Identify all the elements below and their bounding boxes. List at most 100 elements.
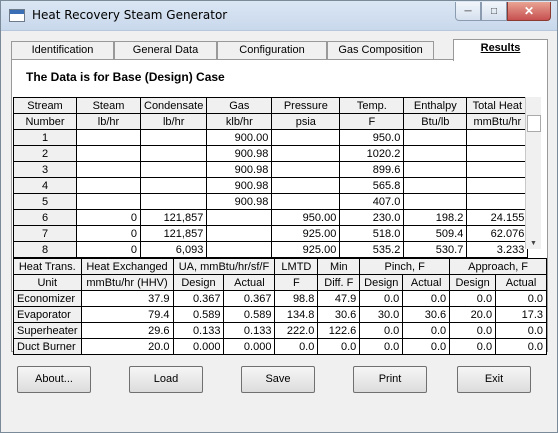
table-cell[interactable]: 518.0 xyxy=(339,225,405,242)
table-cell[interactable]: 1020.2 xyxy=(339,145,405,162)
table-cell[interactable]: 62.076 xyxy=(466,225,529,242)
table-cell[interactable]: 0.0 xyxy=(402,322,451,339)
minimize-icon[interactable]: ─ xyxy=(455,2,481,21)
table-cell[interactable] xyxy=(466,161,529,178)
stream-table-scrollbar[interactable]: ▼ xyxy=(525,97,541,249)
table-cell[interactable] xyxy=(403,177,468,194)
close-icon[interactable]: ✕ xyxy=(507,2,551,21)
table-cell[interactable]: 0.000 xyxy=(223,338,276,355)
table-cell[interactable]: 30.0 xyxy=(359,306,404,323)
table-cell[interactable]: 0.0 xyxy=(359,290,404,307)
table-cell[interactable]: 30.6 xyxy=(402,306,451,323)
table-cell[interactable]: 950.0 xyxy=(339,129,405,146)
table-cell[interactable]: 3.233 xyxy=(466,241,529,258)
table-cell[interactable]: 0.000 xyxy=(172,338,225,355)
table-cell[interactable]: 900.98 xyxy=(206,193,273,210)
exit-button[interactable]: Exit xyxy=(457,366,531,393)
table-cell[interactable]: 0.0 xyxy=(495,338,547,355)
table-cell[interactable]: 29.6 xyxy=(80,322,174,339)
table-cell[interactable]: 0.0 xyxy=(274,338,319,355)
table-cell[interactable] xyxy=(271,193,341,210)
table-cell[interactable]: 121,857 xyxy=(139,225,208,242)
tab-results[interactable]: Results xyxy=(453,39,548,61)
table-cell[interactable] xyxy=(466,177,529,194)
table-cell[interactable] xyxy=(403,193,468,210)
table-cell[interactable] xyxy=(76,145,141,162)
table-cell[interactable]: 565.8 xyxy=(339,177,405,194)
table-cell[interactable]: 222.0 xyxy=(274,322,319,339)
title-bar[interactable]: Heat Recovery Steam Generator ─ □ ✕ xyxy=(1,1,557,31)
table-cell[interactable]: 0.0 xyxy=(449,338,497,355)
col-header[interactable]: Condensate xyxy=(139,97,208,114)
table-cell[interactable] xyxy=(466,145,529,162)
table-cell[interactable]: 900.98 xyxy=(206,161,273,178)
table-cell[interactable]: 925.00 xyxy=(271,225,341,242)
table-cell[interactable]: 24.155 xyxy=(466,209,529,226)
table-cell[interactable] xyxy=(271,145,341,162)
table-cell[interactable] xyxy=(271,177,341,194)
table-cell[interactable]: 122.6 xyxy=(317,322,361,339)
table-cell[interactable] xyxy=(403,145,468,162)
table-cell[interactable]: 925.00 xyxy=(271,241,341,258)
table-cell[interactable] xyxy=(139,129,208,146)
table-cell[interactable]: 121,857 xyxy=(139,209,208,226)
save-button[interactable]: Save xyxy=(241,366,315,393)
table-cell[interactable] xyxy=(206,225,273,242)
col-header[interactable]: Enthalpy xyxy=(403,97,468,114)
table-cell[interactable]: 98.8 xyxy=(274,290,319,307)
table-cell[interactable]: 0 xyxy=(76,225,141,242)
scrollbar-thumb[interactable] xyxy=(527,115,541,132)
table-cell[interactable] xyxy=(466,193,529,210)
table-cell[interactable] xyxy=(271,129,341,146)
table-cell[interactable]: 0.0 xyxy=(317,338,361,355)
col-header[interactable]: Gas xyxy=(206,97,273,114)
col-header[interactable]: Temp. xyxy=(339,97,405,114)
table-cell[interactable]: 20.0 xyxy=(80,338,174,355)
maximize-icon[interactable]: □ xyxy=(481,2,507,21)
table-cell[interactable] xyxy=(76,161,141,178)
table-cell[interactable]: 0.133 xyxy=(223,322,276,339)
col-header[interactable]: Total Heat xyxy=(466,97,529,114)
col-header[interactable]: Stream xyxy=(13,97,77,114)
table-cell[interactable]: 0.0 xyxy=(402,338,451,355)
col-header[interactable]: Steam xyxy=(76,97,141,114)
table-cell[interactable]: 17.3 xyxy=(495,306,547,323)
table-cell[interactable]: 0.133 xyxy=(172,322,225,339)
table-cell[interactable]: 900.98 xyxy=(206,177,273,194)
table-cell[interactable]: 950.00 xyxy=(271,209,341,226)
table-cell[interactable] xyxy=(206,241,273,258)
table-cell[interactable]: 0.367 xyxy=(223,290,276,307)
table-cell[interactable]: 0 xyxy=(76,241,141,258)
table-cell[interactable]: 535.2 xyxy=(339,241,405,258)
table-cell[interactable]: 0.0 xyxy=(402,290,451,307)
table-cell[interactable]: 0.589 xyxy=(223,306,276,323)
table-cell[interactable]: 899.6 xyxy=(339,161,405,178)
table-cell[interactable] xyxy=(206,209,273,226)
table-cell[interactable] xyxy=(76,193,141,210)
print-button[interactable]: Print xyxy=(353,366,427,393)
table-cell[interactable]: 900.00 xyxy=(206,129,273,146)
table-cell[interactable]: 47.9 xyxy=(317,290,361,307)
table-cell[interactable]: 20.0 xyxy=(449,306,497,323)
table-cell[interactable] xyxy=(76,177,141,194)
table-cell[interactable]: 0.0 xyxy=(495,290,547,307)
tab-identification[interactable]: Identification xyxy=(11,41,114,60)
table-cell[interactable] xyxy=(139,161,208,178)
tab-general-data[interactable]: General Data xyxy=(114,41,217,60)
table-cell[interactable]: 230.0 xyxy=(339,209,405,226)
table-cell[interactable] xyxy=(403,161,468,178)
about-button[interactable]: About... xyxy=(17,366,91,393)
table-cell[interactable] xyxy=(271,161,341,178)
tab-configuration[interactable]: Configuration xyxy=(217,41,327,60)
table-cell[interactable]: 0.0 xyxy=(449,322,497,339)
table-cell[interactable] xyxy=(403,129,468,146)
table-cell[interactable] xyxy=(139,193,208,210)
table-cell[interactable]: 0.0 xyxy=(359,322,404,339)
scroll-down-icon[interactable]: ▼ xyxy=(530,240,537,247)
table-cell[interactable] xyxy=(76,129,141,146)
table-cell[interactable] xyxy=(139,145,208,162)
table-cell[interactable] xyxy=(139,177,208,194)
table-cell[interactable]: 530.7 xyxy=(403,241,468,258)
table-cell[interactable]: 0.0 xyxy=(449,290,497,307)
table-cell[interactable]: 134.8 xyxy=(274,306,319,323)
